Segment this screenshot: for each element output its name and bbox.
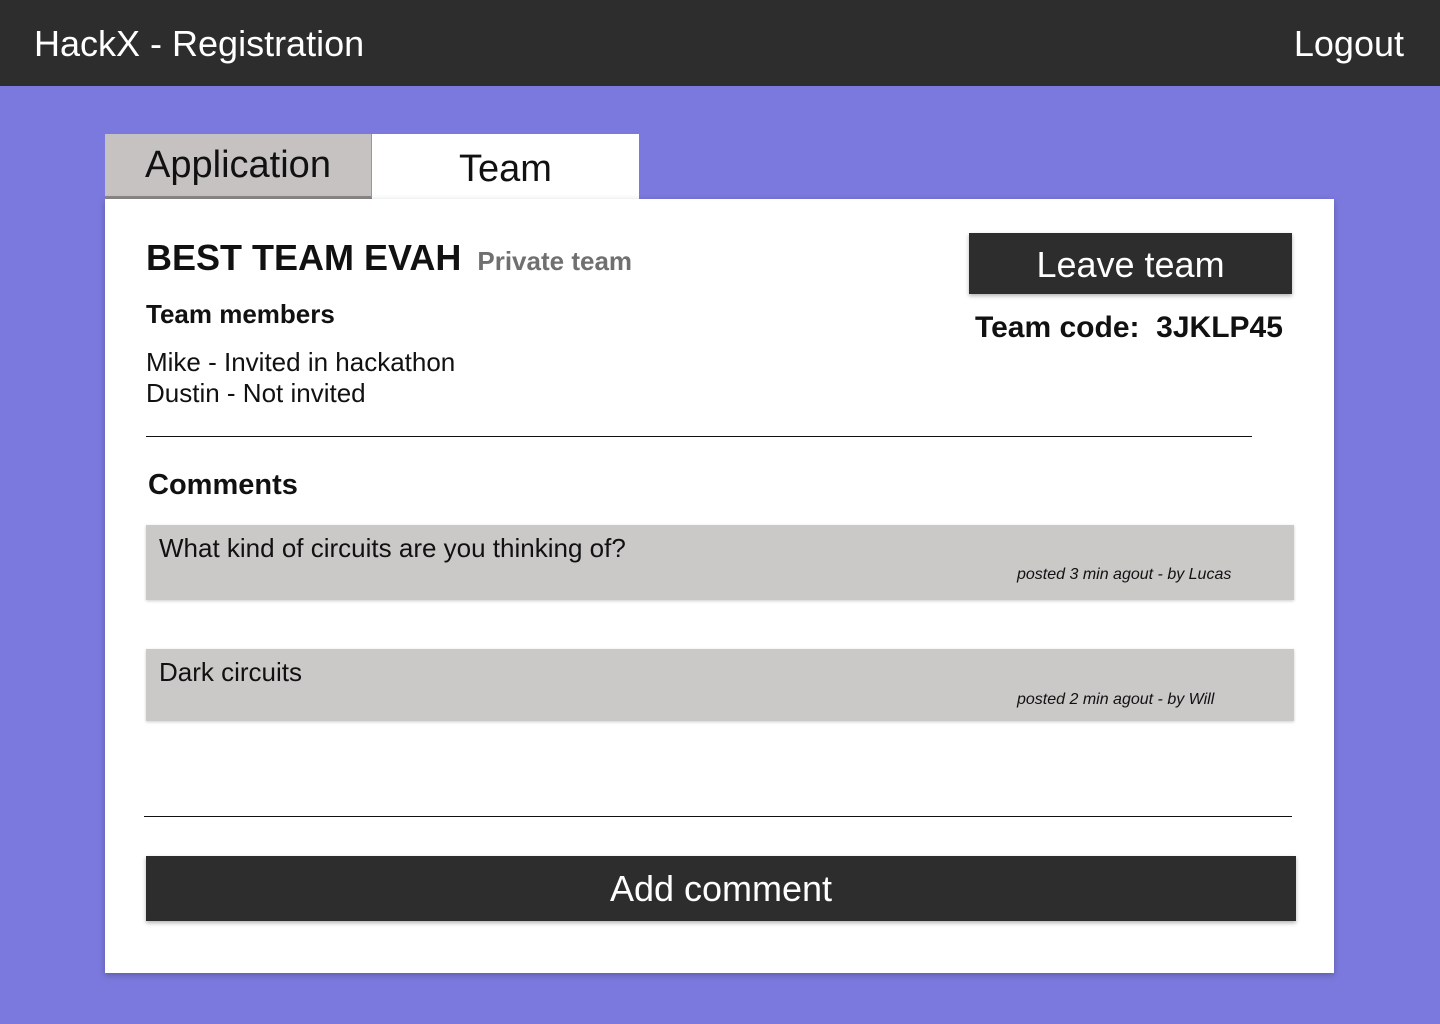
team-members-heading: Team members — [146, 299, 335, 329]
tab-application[interactable]: Application — [105, 134, 372, 199]
comment-text: What kind of circuits are you thinking o… — [159, 533, 626, 563]
tab-team[interactable]: Team — [372, 134, 639, 200]
top-bar: HackX - Registration Logout — [0, 0, 1440, 86]
comment-meta: posted 3 min agout - by Lucas — [1017, 566, 1232, 583]
comment-meta: posted 2 min agout - by Will — [1017, 691, 1215, 708]
leave-team-button[interactable]: Leave team — [969, 233, 1292, 294]
section-divider — [146, 436, 1252, 437]
team-privacy-label: Private team — [477, 246, 633, 276]
team-name: BEST TEAM EVAH — [146, 237, 462, 278]
team-member-item: Dustin - Not invited — [146, 378, 366, 408]
comment-card: What kind of circuits are you thinking o… — [146, 525, 1294, 600]
add-comment-button[interactable]: Add comment — [146, 856, 1296, 921]
team-member-item: Mike - Invited in hackathon — [146, 347, 456, 377]
team-title-row: BEST TEAM EVAH Private team — [146, 237, 632, 279]
comment-text: Dark circuits — [159, 657, 303, 687]
logout-button[interactable]: Logout — [1294, 22, 1404, 66]
comments-heading: Comments — [148, 469, 298, 501]
app-title: HackX - Registration — [34, 23, 365, 64]
comment-input-line[interactable] — [144, 816, 1292, 817]
team-members-list: Mike - Invited in hackathon Dustin - Not… — [146, 347, 455, 409]
team-code: Team code: 3JKLP45 — [975, 311, 1283, 344]
team-panel: BEST TEAM EVAH Private team Team members… — [105, 199, 1334, 973]
comment-card: Dark circuits posted 2 min agout - by Wi… — [146, 649, 1294, 721]
